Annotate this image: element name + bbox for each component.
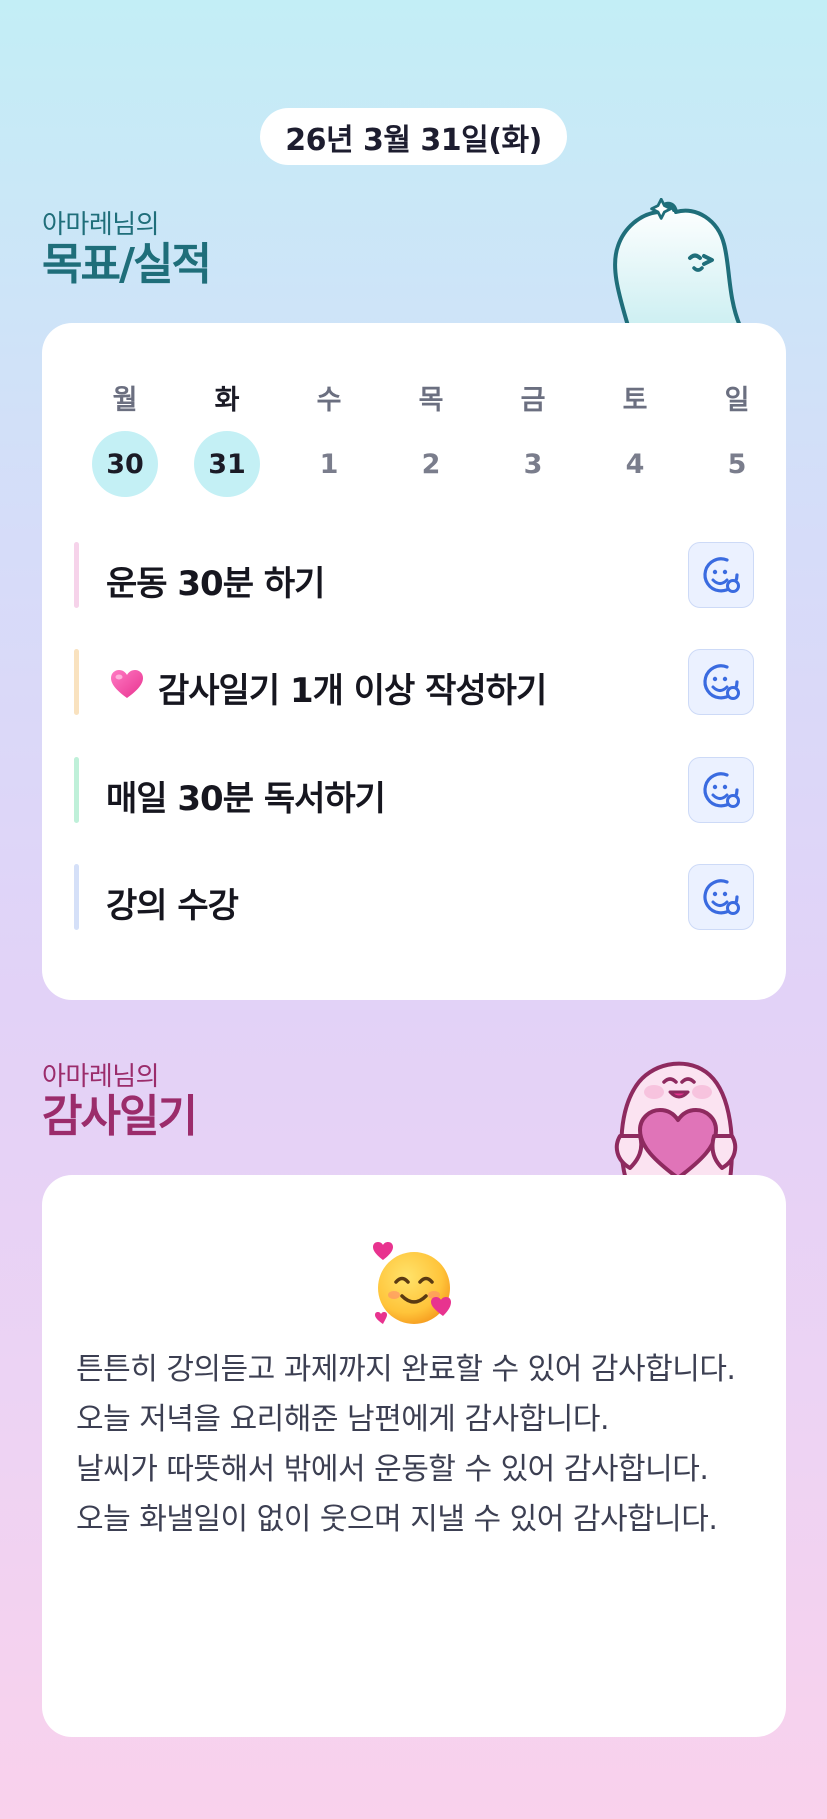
date-label: 26년 3월 31일(화) (285, 122, 542, 158)
date-1[interactable]: 1 (296, 431, 362, 497)
weekday-fri: 금 (520, 385, 546, 416)
goal-label: 운동 30분 하기 (106, 564, 325, 604)
date-row: 30 31 1 2 3 4 5 (74, 431, 788, 497)
goal-item-exercise[interactable]: 운동 30분 하기 (74, 542, 754, 608)
ghost-mascot-icon (613, 198, 742, 326)
goal-item-reading[interactable]: 매일 30분 독서하기 (74, 757, 754, 823)
gratitude-entries: 튼튼히 강의듣고 과제까지 완료할 수 있어 감사합니다. 오늘 저녁을 요리해… (76, 1345, 756, 1545)
gratitude-entry: 오늘 화낼일이 없이 웃으며 지낼 수 있어 감사합니다. (76, 1502, 718, 1537)
smile-face-icon (703, 772, 740, 808)
gratitude-entry: 튼튼히 강의듣고 과제까지 완료할 수 있어 감사합니다. (76, 1352, 736, 1387)
weekday-mon: 월 (112, 385, 138, 416)
smile-check-button[interactable] (688, 649, 754, 715)
goals-subtitle: 아마레님의 (42, 210, 160, 240)
weekday-sat: 토 (622, 385, 648, 416)
smile-check-button[interactable] (688, 757, 754, 823)
smile-face-icon (703, 879, 740, 915)
smile-check-button[interactable] (688, 542, 754, 608)
goal-label: 감사일기 1개 이상 작성하기 (158, 671, 547, 711)
goal-item-lecture[interactable]: 강의 수강 (74, 864, 754, 930)
goal-card: 월 화 수 목 금 토 일 30 31 1 2 3 4 5 운동 30분 하기 (42, 323, 786, 1000)
weekday-row: 월 화 수 목 금 토 일 (74, 378, 788, 417)
heart-mascot-icon (614, 1061, 738, 1180)
goal-color-bar (74, 864, 79, 930)
goal-label: 강의 수강 (106, 886, 239, 926)
goal-color-bar (74, 757, 79, 823)
gratitude-entry: 날씨가 따뜻해서 밖에서 운동할 수 있어 감사합니다. (76, 1452, 709, 1487)
goal-color-bar (74, 649, 79, 715)
date-3[interactable]: 3 (500, 431, 566, 497)
weekday-wed: 수 (316, 385, 342, 416)
smiling-face-with-hearts-icon (373, 1242, 451, 1324)
date-5[interactable]: 5 (704, 431, 770, 497)
goal-item-gratitude-journal[interactable]: 감사일기 1개 이상 작성하기 (74, 649, 754, 715)
heart-icon (111, 670, 143, 698)
gratitude-entry: 오늘 저녁을 요리해준 남편에게 감사합니다. (76, 1402, 609, 1437)
date-4[interactable]: 4 (602, 431, 668, 497)
date-31[interactable]: 31 (194, 431, 260, 497)
gratitude-section-title: 아마레님의 감사일기 (42, 1062, 198, 1142)
smile-face-icon (703, 557, 740, 593)
smile-face-icon (703, 664, 740, 700)
gratitude-title: 감사일기 (42, 1091, 198, 1142)
goal-color-bar (74, 542, 79, 608)
goals-title: 목표/실적 (42, 239, 212, 290)
weekday-thu: 목 (418, 385, 444, 416)
weekday-sun: 일 (724, 385, 750, 416)
date-pill[interactable]: 26년 3월 31일(화) (260, 108, 567, 165)
date-30[interactable]: 30 (92, 431, 158, 497)
gratitude-card: 튼튼히 강의듣고 과제까지 완료할 수 있어 감사합니다. 오늘 저녁을 요리해… (42, 1175, 786, 1737)
goals-section-title: 아마레님의 목표/실적 (42, 210, 212, 290)
smile-check-button[interactable] (688, 864, 754, 930)
goal-label: 매일 30분 독서하기 (106, 779, 386, 819)
date-2[interactable]: 2 (398, 431, 464, 497)
gratitude-subtitle: 아마레님의 (42, 1062, 160, 1092)
weekday-tue: 화 (214, 385, 240, 416)
